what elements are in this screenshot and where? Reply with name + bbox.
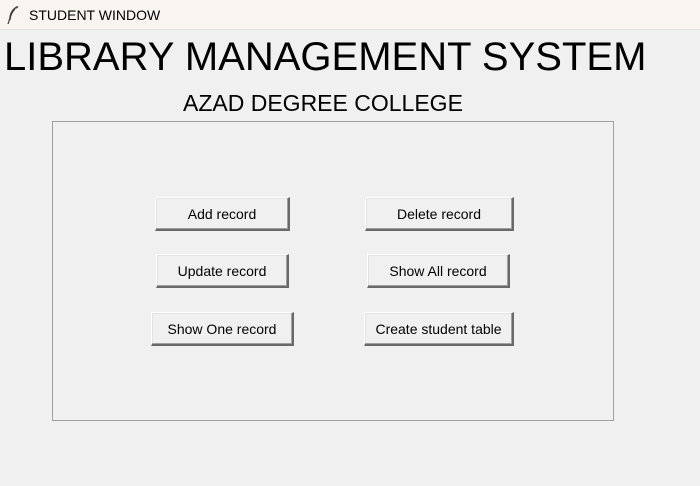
update-record-button[interactable]: Update record	[156, 254, 289, 288]
app-title: LIBRARY MANAGEMENT SYSTEM	[4, 35, 647, 79]
window-title: STUDENT WINDOW	[29, 7, 161, 23]
title-bar[interactable]: STUDENT WINDOW	[0, 0, 700, 30]
delete-record-button[interactable]: Delete record	[365, 197, 514, 231]
show-all-record-button[interactable]: Show All record	[367, 254, 510, 288]
show-one-record-button[interactable]: Show One record	[151, 312, 294, 346]
button-frame	[52, 121, 614, 421]
feather-icon	[7, 6, 19, 25]
create-student-table-button[interactable]: Create student table	[364, 312, 514, 346]
student-window: STUDENT WINDOW LIBRARY MANAGEMENT SYSTEM…	[0, 0, 700, 486]
add-record-button[interactable]: Add record	[155, 197, 290, 231]
college-name: AZAD DEGREE COLLEGE	[183, 90, 463, 116]
